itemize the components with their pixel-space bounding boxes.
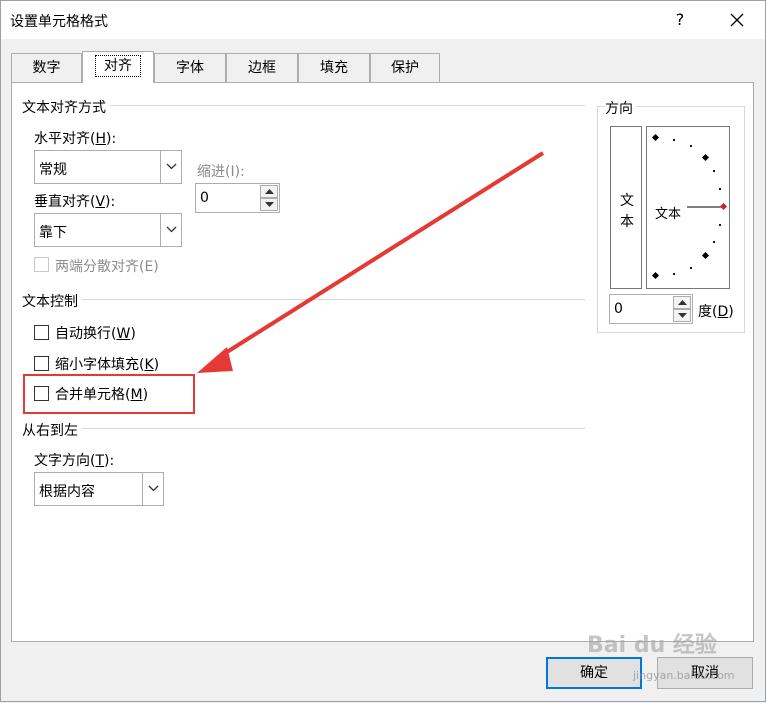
spin-up-button[interactable] — [260, 185, 278, 198]
horizontal-align-label: 水平对齐(H): — [34, 131, 117, 147]
tab-label: 数字 — [32, 60, 61, 76]
tab-alignment[interactable]: 对齐 — [82, 51, 154, 83]
format-cells-dialog: 设置单元格格式 ? 数字 对齐 字体 边框 填充 保护 文本对齐方式 水平对齐(… — [0, 0, 766, 702]
justify-distributed-checkbox[interactable] — [34, 257, 49, 272]
text-direction-select[interactable]: 根据内容 — [34, 472, 164, 506]
help-button[interactable]: ? — [665, 5, 695, 35]
tab-strip: 数字 对齐 字体 边框 填充 保护 — [11, 51, 751, 83]
tab-label: 边框 — [248, 60, 276, 76]
vertical-align-select[interactable]: 靠下 — [34, 213, 182, 247]
wrap-text-label: 自动换行(W) — [55, 326, 136, 342]
section-right-to-left: 从右到左 — [22, 420, 82, 440]
tab-fill[interactable]: 填充 — [298, 53, 370, 82]
orientation-title: 方向 — [605, 98, 636, 118]
tab-label: 字体 — [176, 60, 204, 76]
tab-label: 填充 — [320, 60, 348, 76]
watermark-url: jingyan.baidu.com — [633, 669, 735, 682]
close-button[interactable] — [717, 5, 757, 35]
shrink-to-fit-label: 缩小字体填充(K) — [55, 357, 160, 373]
annotation-highlight-box — [23, 374, 195, 414]
caret-down-icon — [678, 313, 687, 318]
indent-value: 0 — [200, 190, 209, 206]
spin-up-button[interactable] — [673, 296, 691, 309]
horizontal-align-select[interactable]: 常规 — [34, 150, 182, 184]
indent-label: 缩进(I): — [197, 164, 245, 180]
wrap-text-checkbox[interactable] — [34, 325, 49, 340]
indent-spinner[interactable]: 0 — [195, 183, 280, 213]
caret-up-icon — [678, 300, 687, 305]
tab-border[interactable]: 边框 — [226, 53, 298, 82]
dropdown-arrow[interactable] — [160, 151, 181, 183]
caret-down-icon — [265, 202, 274, 207]
watermark-logo: Bai du 经验 — [587, 633, 717, 658]
chevron-down-icon — [148, 485, 159, 492]
vertical-text-label: 文本 — [620, 193, 634, 230]
ok-button[interactable]: 确定 — [546, 657, 642, 689]
separator — [23, 428, 585, 429]
caret-up-icon — [265, 189, 274, 194]
chevron-down-icon — [166, 226, 177, 233]
title-bar: 设置单元格格式 ? — [1, 1, 765, 39]
section-text-alignment: 文本对齐方式 — [22, 97, 110, 117]
tab-number[interactable]: 数字 — [11, 53, 82, 82]
degrees-spinner[interactable]: 0 — [609, 294, 693, 324]
vertical-text-button[interactable]: 文本 — [610, 126, 642, 289]
section-text-control: 文本控制 — [22, 291, 82, 311]
close-icon — [730, 13, 744, 27]
tab-label: 保护 — [391, 60, 419, 76]
dropdown-arrow[interactable] — [142, 473, 163, 505]
degrees-label: 度(D) — [698, 304, 734, 320]
tab-protection[interactable]: 保护 — [370, 53, 440, 82]
separator — [23, 299, 585, 300]
degrees-value: 0 — [614, 301, 623, 317]
dialog-title: 设置单元格格式 — [10, 14, 108, 30]
dropdown-arrow[interactable] — [160, 214, 181, 246]
orientation-dial[interactable]: 文本 — [646, 126, 730, 289]
tab-label: 对齐 — [95, 55, 141, 77]
spin-down-button[interactable] — [260, 198, 278, 211]
horizontal-align-value: 常规 — [39, 162, 67, 178]
justify-distributed-label: 两端分散对齐(E) — [55, 259, 159, 275]
chevron-down-icon — [166, 163, 177, 170]
text-direction-value: 根据内容 — [39, 484, 95, 500]
dial-text-label: 文本 — [655, 203, 682, 222]
spin-down-button[interactable] — [673, 309, 691, 322]
shrink-to-fit-checkbox[interactable] — [34, 356, 49, 371]
vertical-align-value: 靠下 — [39, 225, 67, 241]
vertical-align-label: 垂直对齐(V): — [34, 194, 116, 210]
text-direction-label: 文字方向(T): — [34, 453, 115, 469]
tab-font[interactable]: 字体 — [154, 53, 226, 82]
